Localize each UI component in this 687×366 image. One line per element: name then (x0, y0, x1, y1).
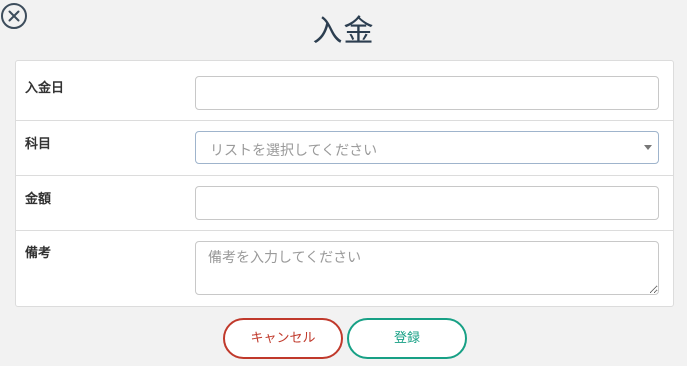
modal-title: 入金 (312, 14, 375, 49)
caret-down-icon (644, 145, 652, 150)
form-row-category: 科目 リストを選択してください (16, 121, 673, 176)
note-textarea[interactable] (195, 241, 659, 295)
cancel-button[interactable]: キャンセル (223, 318, 343, 359)
form-card: 入金日 科目 リストを選択してください 金額 備考 (15, 60, 674, 307)
form-row-amount: 金額 (16, 176, 673, 231)
amount-input[interactable] (195, 186, 659, 220)
note-label: 備考 (25, 246, 52, 261)
date-label: 入金日 (25, 81, 65, 96)
category-select[interactable]: リストを選択してください (195, 131, 659, 164)
amount-label: 金額 (25, 192, 52, 207)
date-input[interactable] (195, 76, 659, 110)
category-select-placeholder: リストを選択してください (210, 143, 378, 159)
submit-button[interactable]: 登録 (347, 318, 467, 359)
category-label: 科目 (25, 137, 52, 152)
form-row-date: 入金日 (16, 61, 673, 121)
form-row-note: 備考 (16, 231, 673, 306)
